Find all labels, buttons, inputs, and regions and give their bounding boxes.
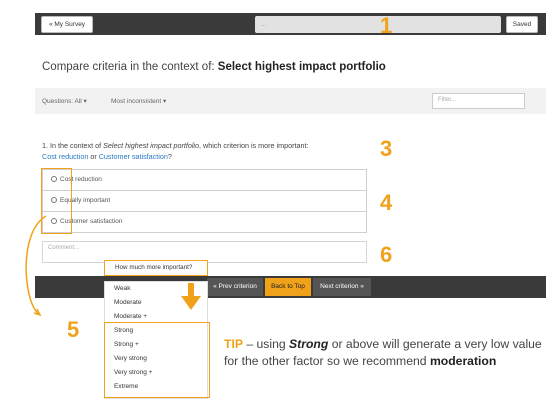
dropdown-item-moderate[interactable]: Moderate <box>114 299 141 306</box>
curved-arrow-icon <box>25 215 47 317</box>
callout-6: 6 <box>380 242 393 267</box>
dropdown-item-moderate-plus[interactable]: Moderate + <box>114 313 147 320</box>
callout-1: 1 <box>380 13 393 38</box>
back-to-top-button[interactable]: Back to Top <box>265 278 311 296</box>
page-title-context: Select highest impact portfolio <box>217 61 386 73</box>
progress-bar: ... <box>255 16 501 33</box>
callout-5: 5 <box>67 317 80 342</box>
tip-emphasis: moderation <box>429 353 497 368</box>
dropdown-item-weak[interactable]: Weak <box>114 285 131 292</box>
sort-dropdown[interactable]: Most inconsistent ▾ <box>111 97 166 105</box>
question-text-before: In the context of <box>48 141 104 150</box>
progress-text: ... <box>261 21 267 28</box>
question-context: Select highest impact portfolio <box>103 141 200 150</box>
tip-label: TIP <box>224 337 243 351</box>
option-equally-important[interactable]: Equally important <box>42 190 367 212</box>
saved-button[interactable]: Saved <box>506 16 538 33</box>
prev-criterion-button[interactable]: « Prev criterion <box>207 278 263 296</box>
tip-strong: Strong <box>289 337 329 351</box>
option-cost-reduction[interactable]: Cost reduction <box>42 169 367 191</box>
dropdown-highlight-box <box>104 322 210 398</box>
question-end: ? <box>167 152 172 161</box>
question-text: 1. In the context of Select highest impa… <box>42 140 372 162</box>
option-a-link[interactable]: Cost reduction <box>42 152 88 161</box>
tip-text: TIP – using Strong or above will generat… <box>224 336 544 369</box>
option-b-link[interactable]: Customer satisfaction <box>99 152 168 161</box>
arrow-down-icon <box>181 283 201 310</box>
questions-dropdown[interactable]: Questions: All ▾ <box>42 97 87 105</box>
next-criterion-button[interactable]: Next criterion » <box>313 278 371 296</box>
callout-3: 3 <box>380 136 393 161</box>
my-survey-button[interactable]: « My Survey <box>41 16 93 33</box>
page-title: Compare criteria in the context of: Sele… <box>42 61 386 73</box>
filter-input[interactable]: Filter... <box>432 93 525 109</box>
importance-select[interactable]: How much more important? <box>104 260 208 276</box>
question-text-after: , which criterion is more important: <box>199 141 309 150</box>
option-customer-satisfaction[interactable]: Customer satisfaction <box>42 211 367 233</box>
callout-4: 4 <box>380 190 393 215</box>
page-title-prefix: Compare criteria in the context of: <box>42 61 218 73</box>
tip-part1: – using <box>242 337 290 351</box>
question-or: or <box>88 152 99 161</box>
